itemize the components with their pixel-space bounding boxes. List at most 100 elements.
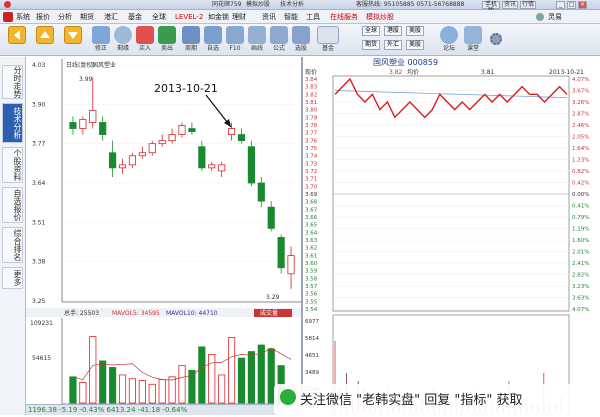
intraday-left-tick: 3.74: [305, 154, 318, 160]
tech-analysis-label: 技术分析: [280, 1, 305, 8]
intraday-label-left: 现价: [305, 69, 317, 76]
intraday-volume-tick: 5814: [305, 336, 319, 342]
intraday-left-tick: 3.63: [305, 238, 318, 244]
sidebar-tab-ranking[interactable]: 综合排名: [2, 227, 23, 263]
intraday-left-tick: 3.57: [305, 284, 318, 290]
forum-icon: [440, 26, 458, 44]
intraday-left-tick: 3.58: [305, 276, 318, 282]
intraday-right-tick: 1.23%: [572, 158, 589, 164]
intraday-left-tick: 3.80: [305, 108, 318, 114]
sidebar-tab-intraday[interactable]: 分时走势: [2, 65, 23, 99]
menu-global[interactable]: 全球: [152, 10, 166, 24]
menu-system[interactable]: 系统: [16, 10, 30, 24]
sell-button[interactable]: 卖出: [154, 26, 180, 54]
maximize-button[interactable]: □: [567, 1, 576, 9]
minimize-button[interactable]: _: [556, 1, 565, 9]
kline-high-label: 3.99: [79, 76, 93, 83]
watermark-text: 关注微信 "老韩实盘" 回复 "指标" 获取: [300, 393, 523, 408]
sidebar-tab-more[interactable]: 更多: [2, 267, 23, 289]
kline-ytick: 3.77: [32, 141, 46, 148]
menu-futures[interactable]: 期货: [80, 10, 94, 24]
candle-body: [158, 140, 166, 145]
intraday-left-tick: 3.60: [305, 261, 318, 267]
candle-body: [69, 122, 77, 129]
forum-button[interactable]: 论坛: [436, 26, 462, 54]
news-button[interactable]: 资讯: [502, 1, 518, 9]
candle-body: [208, 164, 216, 169]
gear-icon[interactable]: [490, 33, 502, 45]
menu-news[interactable]: 资讯: [262, 10, 276, 24]
menu-analysis[interactable]: 分析: [58, 10, 72, 24]
intraday-left-tick: 3.66: [305, 215, 318, 221]
grid-button-us2[interactable]: 美股: [406, 40, 424, 50]
menu-level2[interactable]: LEVEL-2: [175, 10, 203, 24]
intraday-title: 国风塑业 000859: [373, 57, 438, 67]
intraday-left-tick: 3.77: [305, 131, 318, 137]
volume-bar: [208, 353, 216, 404]
sidebar-tab-watchlist[interactable]: 自选报价: [2, 187, 23, 223]
market-button[interactable]: 行情: [520, 1, 536, 9]
volume-tab[interactable]: 成交量: [260, 309, 278, 317]
menu-fund[interactable]: 基金: [128, 10, 142, 24]
intraday-left-tick: 3.78: [305, 123, 318, 129]
menu-gold[interactable]: 如金锁: [208, 10, 229, 24]
kline-ytick: 3.90: [32, 101, 46, 108]
user-name[interactable]: 灵易: [548, 10, 562, 24]
candle-body: [267, 206, 275, 229]
candle-body: [287, 255, 295, 275]
candle-body: [99, 122, 107, 135]
intraday-right-tick: 1.60%: [572, 238, 589, 244]
intraday-right-tick: 2.87%: [572, 112, 589, 118]
up-button[interactable]: [32, 26, 58, 54]
sidebar-tab-profile[interactable]: 个股资料: [2, 147, 23, 183]
menu-online-service[interactable]: 在线服务: [330, 10, 358, 24]
grid-button-us[interactable]: 美股: [406, 26, 424, 36]
volume-ytick-top: 109231: [30, 320, 53, 327]
class-button[interactable]: 课堂: [460, 26, 486, 54]
down-button[interactable]: [60, 26, 86, 54]
intraday-right-tick: 2.41%: [572, 261, 589, 267]
intraday-right-tick: 1.19%: [572, 227, 589, 233]
volume-bar: [128, 378, 137, 404]
class-icon: [464, 26, 482, 44]
intraday-chart[interactable]: 国风塑业 000859 现价 3.82 均价 3.81 2013-10-21 3…: [303, 57, 600, 416]
intraday-left-tick: 3.71: [305, 177, 317, 183]
intraday-left-tick: 3.62: [305, 246, 317, 252]
intraday-right-tick: 0.00%: [572, 192, 589, 198]
sidebar-tab-technical[interactable]: 技术分析: [2, 103, 23, 143]
volume-bar: [218, 374, 226, 404]
volume-chart[interactable]: 总手: 25503 MAVOL5: 34595 MAVOL10: 44710 成…: [26, 308, 302, 415]
grid-button-hk[interactable]: 港股: [384, 26, 402, 36]
intraday-right-tick: 3.63%: [572, 296, 589, 302]
volume-bar: [69, 376, 77, 404]
intraday-left-tick: 3.64: [305, 230, 318, 236]
candle-body: [168, 134, 176, 142]
grid-button-futures[interactable]: 期货: [362, 40, 380, 50]
kline-ytick: 3.64: [32, 180, 46, 187]
status-bar: 1196.38 -5.19 -0.43% 6413.24 -41.18 -0.6…: [26, 404, 302, 415]
intraday-right-tick: 3.23%: [572, 284, 589, 290]
back-arrow-icon: [8, 26, 26, 44]
close-button[interactable]: ×: [578, 1, 587, 9]
candle-body: [148, 143, 156, 154]
grid-button-global[interactable]: 全球: [362, 26, 380, 36]
menu-finance[interactable]: 理财: [232, 10, 246, 24]
fund-button[interactable]: 基金: [314, 26, 342, 54]
mobile-button[interactable]: 手机版: [482, 1, 500, 14]
menu-tools[interactable]: 工具: [306, 10, 320, 24]
intraday-left-tick: 3.75: [305, 146, 318, 152]
stock-filter-button[interactable]: 选股: [288, 26, 314, 54]
menu-smart[interactable]: 智能: [284, 10, 298, 24]
menu-hk[interactable]: 港汇: [104, 10, 118, 24]
intraday-left-tick: 3.56: [305, 292, 318, 298]
menu-quote[interactable]: 报价: [36, 10, 50, 24]
back-button[interactable]: [4, 26, 30, 54]
intraday-right-tick: 2.82%: [572, 273, 589, 279]
intraday-avg-value: 3.81: [481, 69, 495, 76]
grid-button-fx[interactable]: 外汇: [384, 40, 402, 50]
volume-header-left: 总手: 25503: [64, 309, 99, 317]
clock-icon: [114, 26, 132, 44]
status-text: 1196.38 -5.19 -0.43% 6413.24 -41.18 -0.6…: [28, 406, 188, 414]
candle-body: [198, 146, 206, 169]
menu-sim-trading[interactable]: 模拟炒股: [366, 10, 394, 24]
